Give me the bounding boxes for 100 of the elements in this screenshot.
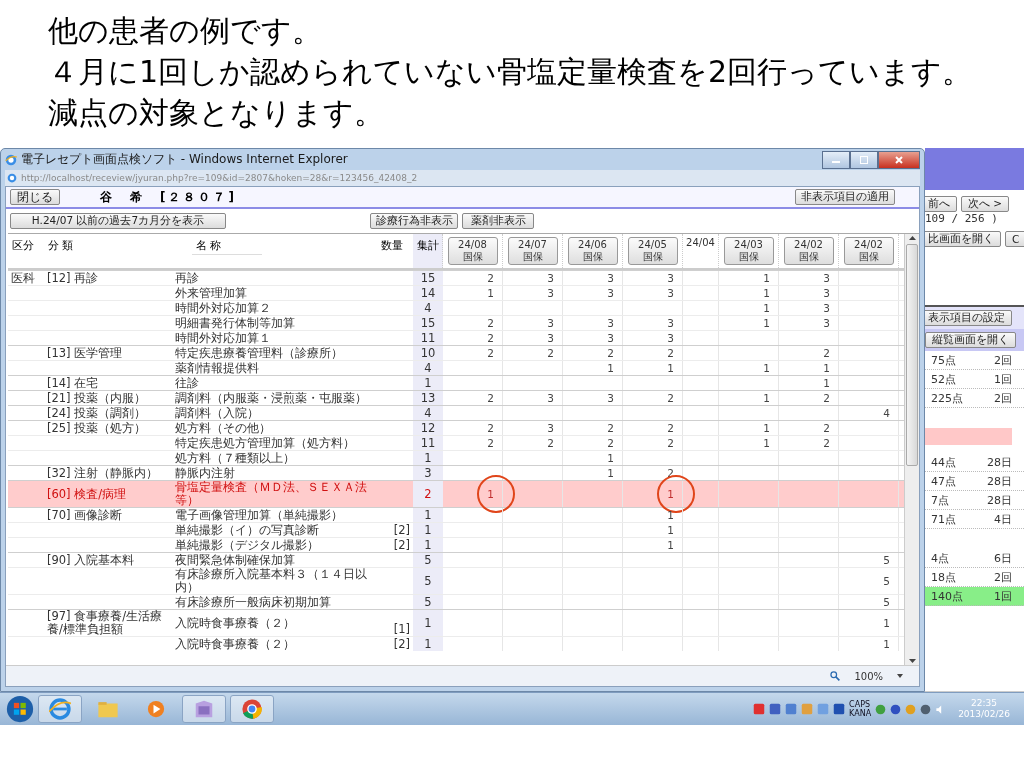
table-cell: 3	[823, 287, 830, 299]
table-cell: [21] 投薬（内服）	[47, 391, 147, 405]
table-cell: 電子画像管理加算（単純撮影）	[175, 508, 343, 522]
apply-hidden-button[interactable]: 非表示項目の適用	[795, 189, 895, 205]
table-cell: 特定疾患療養管理料（診療所）	[175, 346, 343, 360]
table-cell: 15	[420, 271, 436, 285]
tray-app-icon[interactable]	[833, 703, 846, 715]
table-cell-text: 有床診療所入院基本料３（１４日以内）	[175, 568, 368, 594]
table-cell: 3	[667, 287, 674, 299]
table-cell: 調剤料（内服薬・浸煎薬・屯服薬）	[175, 391, 367, 405]
count-value: 28日	[987, 473, 1012, 489]
points-value: 44点	[931, 454, 956, 470]
table-cell: 2	[487, 437, 494, 449]
table-cell: 単純撮影（デジタル撮影）	[175, 538, 319, 552]
scroll-up-icon[interactable]	[908, 236, 916, 240]
month-button[interactable]: 24/08 国保	[447, 237, 498, 265]
table-cell: 1	[763, 317, 770, 329]
month-header: 24/04	[686, 237, 715, 248]
table-cell: 1	[607, 362, 614, 374]
browser-taskbar-button[interactable]	[38, 695, 82, 723]
table-cell: 1	[424, 523, 432, 537]
column-header: 区分	[11, 238, 35, 254]
points-value: 52点	[931, 371, 956, 387]
tray-status-icon[interactable]	[890, 703, 902, 715]
table-cell: [60] 検査/病理	[47, 487, 127, 501]
points-value: 71点	[931, 511, 956, 527]
history-button[interactable]: H.24/07 以前の過去7カ月分を表示	[10, 213, 226, 229]
month-button[interactable]: 24/07 国保	[507, 237, 558, 265]
table-cell: 1	[424, 451, 432, 465]
table-cell: 15	[420, 316, 436, 330]
table-cell: 1	[763, 272, 770, 284]
scroll-down-icon[interactable]	[908, 659, 916, 663]
count-value: 1回	[994, 588, 1012, 604]
compare-button[interactable]: 比画面を開く	[925, 231, 1001, 247]
zoom-level[interactable]: 100%	[854, 670, 883, 682]
table-cell: 単純撮影（イ）の写真診断	[175, 523, 319, 537]
scrollbar[interactable]	[904, 234, 919, 665]
table-cell: 1	[667, 509, 674, 521]
previous-button[interactable]: 前へ	[925, 196, 957, 212]
table-cell: 3	[547, 392, 554, 404]
start-orb-icon[interactable]	[6, 695, 34, 723]
table-cell: [1]	[393, 623, 410, 636]
table-cell: 3	[607, 272, 614, 284]
tray-app-icon[interactable]	[785, 703, 798, 715]
table-cell: 1	[667, 539, 674, 551]
browser-icon	[49, 698, 71, 720]
table-cell: 時間外対応加算２	[175, 301, 271, 315]
table-cell: 1	[823, 377, 830, 389]
table-cell: 3	[667, 272, 674, 284]
chrome-taskbar-button[interactable]	[230, 695, 274, 723]
minimize-button[interactable]	[822, 150, 850, 169]
play-icon	[146, 699, 166, 719]
tray-status-icon[interactable]	[875, 703, 887, 715]
c-button[interactable]: C	[1005, 231, 1024, 247]
table-cell: 12	[420, 421, 436, 435]
month-button[interactable]: 24/02 国保	[783, 237, 834, 265]
table-cell: 2	[424, 487, 432, 501]
table-cell: 14	[420, 286, 436, 300]
tray-app-icon[interactable]	[753, 703, 766, 715]
month-button[interactable]: 24/05 国保	[627, 237, 678, 265]
table-cell: 1	[424, 538, 432, 552]
table-cell: 4	[424, 361, 432, 375]
month-button[interactable]: 24/06 国保	[567, 237, 618, 265]
next-button[interactable]: 次へ >	[961, 196, 1010, 212]
filter-button[interactable]: 薬剤非表示	[462, 213, 534, 229]
table-cell: [2]	[393, 524, 410, 537]
record-counter: 109 / 256 )	[925, 212, 998, 225]
settings-button[interactable]: 表示項目の設定	[925, 310, 1012, 326]
table-cell: [70] 画像診断	[47, 508, 123, 522]
table-cell: 3	[607, 317, 614, 329]
table-cell: 入院時食事療養（２）	[175, 637, 295, 651]
table-cell: 1	[763, 437, 770, 449]
review-button[interactable]: 縦覧画面を開く	[925, 332, 1016, 348]
table-cell: 2	[667, 347, 674, 359]
table-cell: 2	[823, 392, 830, 404]
table-cell: 3	[424, 466, 432, 480]
table-cell: 明細書発行体制等加算	[175, 316, 295, 330]
tray-app-icon[interactable]	[769, 703, 782, 715]
caret-icon[interactable]	[897, 674, 903, 678]
table-cell: 処方料（７種類以上）	[175, 451, 295, 465]
browser-icon	[7, 173, 17, 183]
tray-status-icon[interactable]	[920, 703, 932, 715]
table-cell: 再診	[175, 271, 199, 285]
close-button[interactable]	[878, 150, 920, 169]
close-icon	[895, 155, 903, 164]
browser-icon	[5, 153, 17, 166]
table-cell: 2	[823, 437, 830, 449]
table-cell: 夜間緊急体制確保加算	[175, 553, 295, 567]
close-page-button[interactable]: 閉じる	[10, 189, 60, 205]
month-button[interactable]: 24/03 国保	[723, 237, 774, 265]
filter-button[interactable]: 診療行為非表示	[370, 213, 458, 229]
maximize-button[interactable]	[850, 150, 878, 169]
table-cell: 3	[823, 302, 830, 314]
points-value: 75点	[931, 352, 956, 368]
table-cell: 時間外対応加算１	[175, 331, 271, 345]
month-button[interactable]: 24/02 国保	[843, 237, 894, 265]
app-taskbar-button[interactable]	[182, 695, 226, 723]
table-cell: 特定疾患処方管理加算（処方料）	[175, 436, 355, 450]
table-cell-text: [97] 食事療養/生活療養/標準負担額	[47, 610, 164, 636]
table-cell: 2	[487, 422, 494, 434]
